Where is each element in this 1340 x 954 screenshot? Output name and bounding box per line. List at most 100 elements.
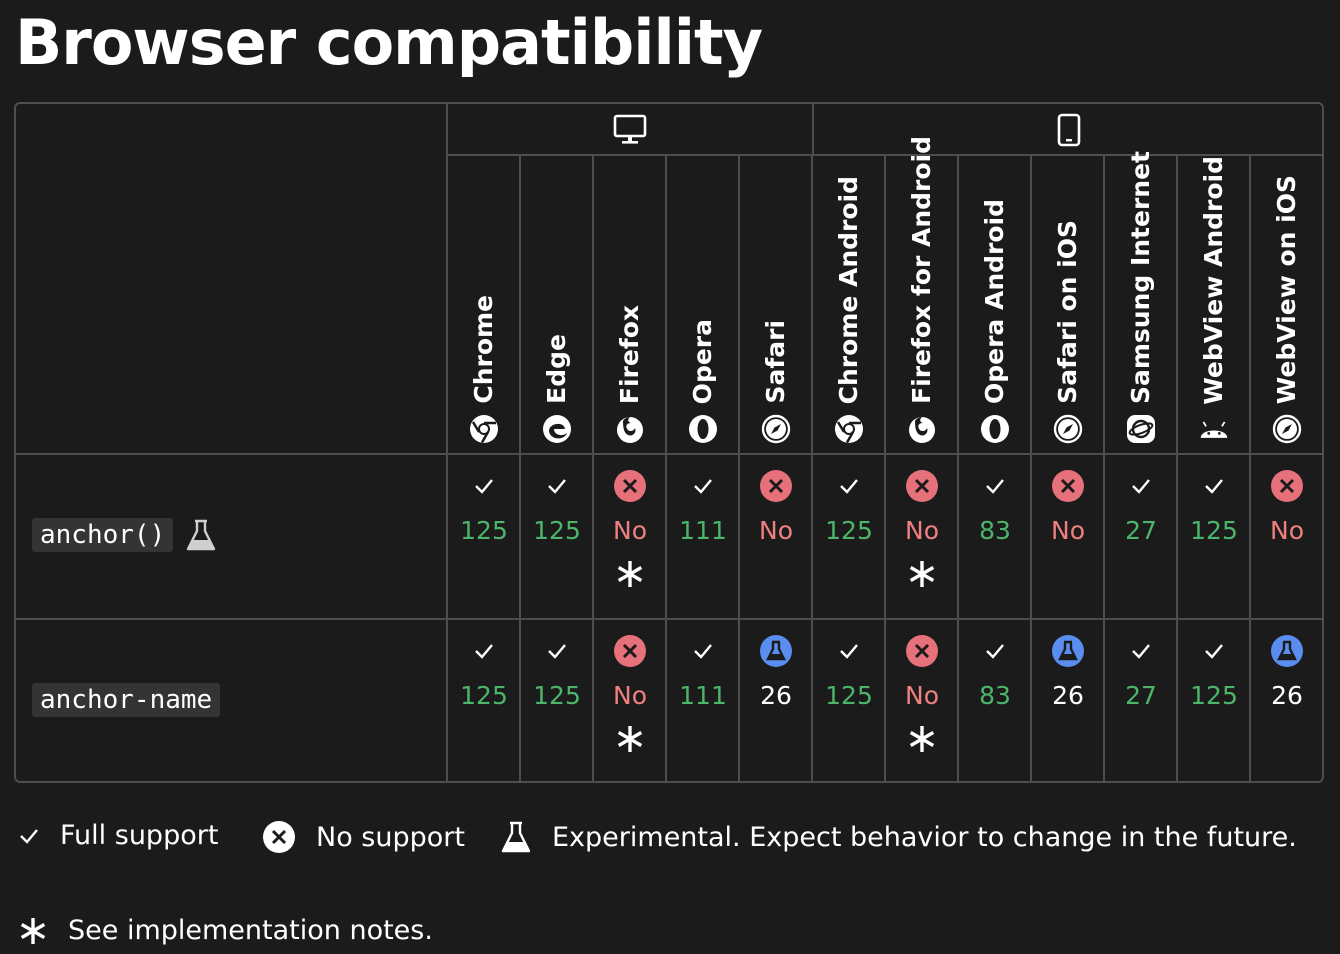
check-icon — [692, 634, 714, 668]
support-version: 26 — [1271, 681, 1303, 710]
support-cell[interactable]: 125 — [1178, 455, 1250, 547]
check-icon — [692, 469, 714, 503]
support-cell[interactable]: 26 — [740, 620, 812, 712]
legend-item: Full support — [18, 820, 218, 851]
desktop-icon — [448, 112, 812, 148]
support-cell[interactable]: 27 — [1105, 620, 1177, 712]
legend-label: Full support — [60, 820, 219, 851]
check-icon — [1203, 634, 1225, 668]
support-version: No — [905, 681, 939, 710]
browser-header: Edge — [521, 156, 593, 454]
asterisk-icon — [18, 916, 48, 946]
browser-name: Safari on iOS — [1053, 220, 1082, 404]
support-version: 27 — [1125, 681, 1157, 710]
experimental-flask-icon — [185, 518, 217, 552]
support-version: 27 — [1125, 516, 1157, 545]
support-cell[interactable]: 83 — [959, 620, 1031, 712]
support-version: 83 — [979, 516, 1011, 545]
support-cell[interactable]: 125 — [521, 620, 593, 712]
check-icon — [838, 634, 860, 668]
browser-name: Opera Android — [980, 198, 1009, 404]
page-title: Browser compatibility — [15, 6, 763, 79]
browser-header: WebView on iOS — [1251, 156, 1322, 454]
browser-header: Samsung Internet — [1105, 151, 1177, 454]
support-cell[interactable]: No — [740, 455, 812, 547]
support-version: 125 — [1190, 516, 1238, 545]
legend-label: No support — [316, 821, 465, 853]
browser-name: Edge — [542, 334, 571, 404]
firefox-icon — [615, 414, 645, 444]
support-version: 125 — [533, 681, 581, 710]
asterisk-icon — [615, 557, 645, 591]
support-cell[interactable]: No — [1251, 455, 1322, 547]
no-support-icon — [262, 820, 296, 854]
browser-header: Safari on iOS — [1032, 156, 1104, 454]
check-icon — [473, 469, 495, 503]
browser-name: Opera — [688, 318, 717, 404]
support-cell[interactable]: 125 — [448, 455, 520, 547]
feature-name[interactable]: anchor-name — [32, 683, 221, 717]
support-cell[interactable]: 125 — [448, 620, 520, 712]
browser-name: Firefox — [615, 304, 644, 404]
support-cell[interactable]: No — [594, 455, 666, 591]
experimental-icon — [1270, 634, 1304, 668]
support-cell[interactable]: 125 — [1178, 620, 1250, 712]
support-version: 125 — [460, 681, 508, 710]
feature-row-label[interactable]: anchor() — [32, 518, 217, 552]
support-cell[interactable]: No — [886, 620, 958, 756]
support-cell[interactable]: 26 — [1032, 620, 1104, 712]
support-cell[interactable]: 83 — [959, 455, 1031, 547]
legend-item: See implementation notes. — [18, 915, 433, 946]
no-support-icon — [1270, 469, 1304, 503]
no-support-icon — [905, 634, 939, 668]
browser-header: Opera — [667, 156, 739, 454]
flask-icon — [500, 820, 532, 854]
compat-table: Chrome Edge Firefox Opera Safari Chrome Andro… — [14, 102, 1324, 783]
check-icon — [473, 634, 495, 668]
support-cell[interactable]: 111 — [667, 455, 739, 547]
safari-icon — [761, 414, 791, 444]
browser-name: Firefox for Android — [907, 136, 936, 404]
support-cell[interactable]: No — [1032, 455, 1104, 547]
support-cell[interactable]: 125 — [813, 620, 885, 712]
support-cell[interactable]: No — [594, 620, 666, 756]
feature-row-label[interactable]: anchor-name — [32, 683, 221, 717]
check-icon — [1130, 469, 1152, 503]
support-cell[interactable]: 125 — [813, 455, 885, 547]
support-version: 125 — [533, 516, 581, 545]
no-support-icon — [759, 469, 793, 503]
support-version: No — [1270, 516, 1304, 545]
check-icon — [546, 469, 568, 503]
asterisk-icon — [907, 722, 937, 756]
support-version: 125 — [1190, 681, 1238, 710]
support-version: No — [1051, 516, 1085, 545]
support-cell[interactable]: 111 — [667, 620, 739, 712]
safari-icon — [1272, 414, 1302, 444]
support-cell[interactable]: 26 — [1251, 620, 1322, 712]
browser-header: WebView Android — [1178, 156, 1250, 454]
check-icon — [546, 634, 568, 668]
support-version: 83 — [979, 681, 1011, 710]
chrome-icon — [834, 414, 864, 444]
experimental-icon — [1051, 634, 1085, 668]
firefox-icon — [907, 414, 937, 444]
browser-name: WebView on iOS — [1272, 174, 1301, 404]
support-cell[interactable]: No — [886, 455, 958, 591]
browser-header: Chrome — [448, 156, 520, 454]
chrome-icon — [469, 414, 499, 444]
legend-label: See implementation notes. — [68, 915, 433, 946]
check-icon — [18, 827, 40, 845]
support-cell[interactable]: 27 — [1105, 455, 1177, 547]
support-version: No — [613, 516, 647, 545]
check-icon — [838, 469, 860, 503]
feature-name[interactable]: anchor() — [32, 518, 174, 552]
safari-icon — [1053, 414, 1083, 444]
opera-icon — [980, 414, 1010, 444]
support-version: 125 — [825, 516, 873, 545]
support-version: No — [613, 681, 647, 710]
no-support-icon — [613, 469, 647, 503]
browser-header: Opera Android — [959, 156, 1031, 454]
legend-item: Experimental. Expect behavior to change … — [500, 820, 1297, 854]
check-icon — [984, 469, 1006, 503]
support-cell[interactable]: 125 — [521, 455, 593, 547]
